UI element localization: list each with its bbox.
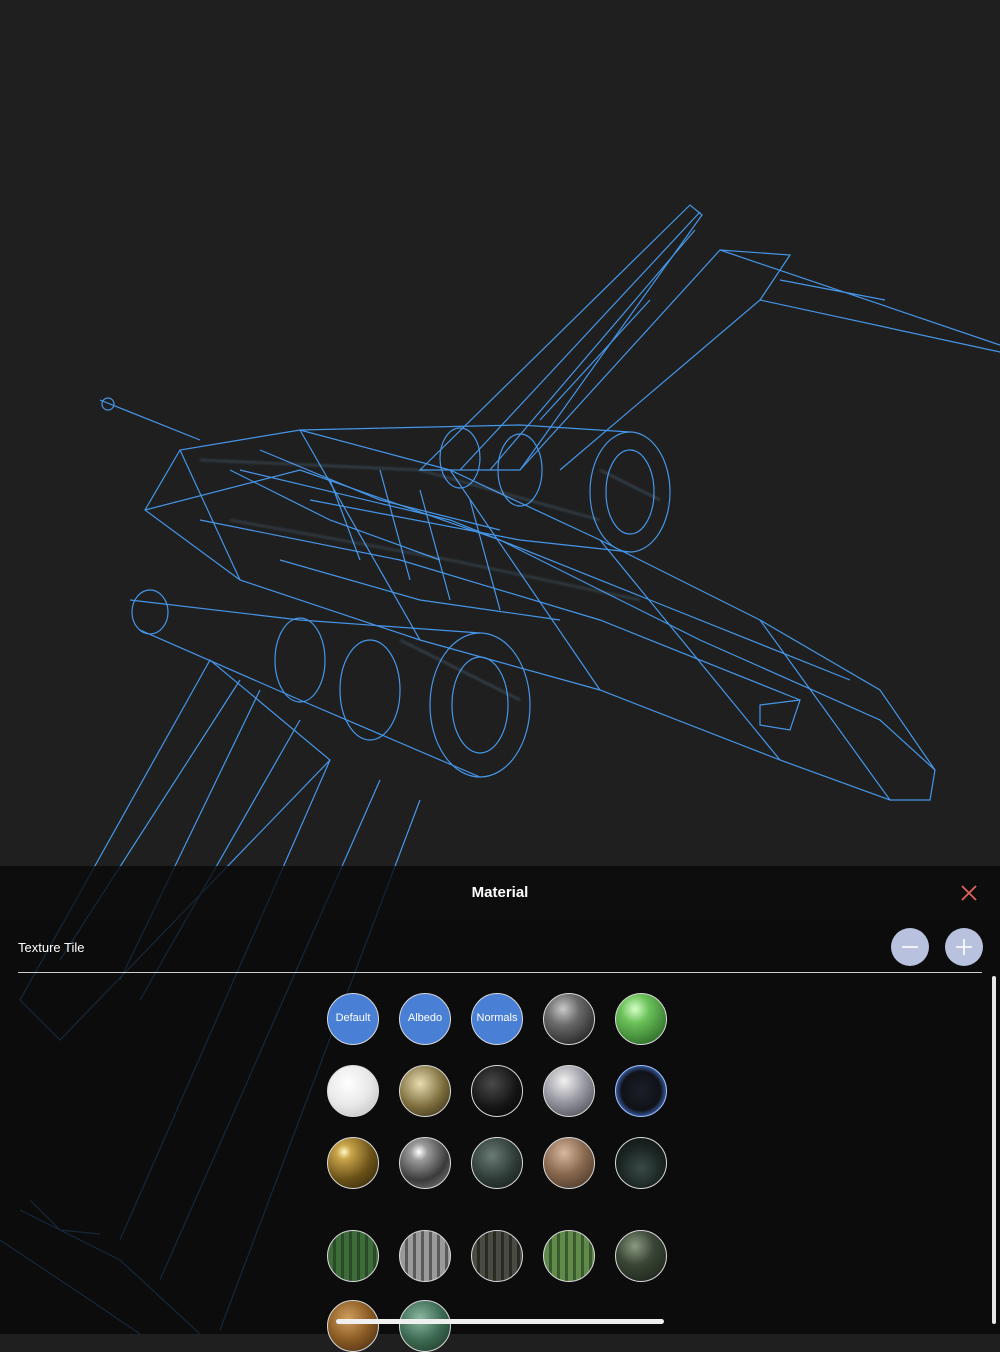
close-icon (961, 885, 977, 901)
material-swatch-albedo[interactable]: Albedo (399, 993, 451, 1045)
scrollbar[interactable] (992, 976, 996, 1324)
panel-title: Material (471, 884, 529, 901)
increase-tile-button[interactable] (945, 928, 983, 966)
material-swatch-dark-marble[interactable] (471, 1137, 523, 1189)
texture-tile-label: Texture Tile (18, 940, 85, 955)
material-swatch-normals[interactable]: Normals (471, 993, 523, 1045)
material-swatch-rust[interactable] (327, 1300, 379, 1352)
material-swatch-green-plastic[interactable] (615, 993, 667, 1045)
material-swatch-label: Normals (476, 1012, 518, 1024)
material-swatch-label: Albedo (407, 1012, 443, 1024)
material-swatch-grey-metal[interactable] (543, 993, 595, 1045)
material-swatch-label: Default (335, 1012, 371, 1024)
material-swatch-gold-speckle[interactable] (399, 1065, 451, 1117)
material-swatch-green-stripes[interactable] (327, 1230, 379, 1282)
material-swatch-green-stone[interactable] (399, 1300, 451, 1352)
material-panel: Texture Tile Default Albedo Normals (0, 920, 1000, 1352)
material-swatch-dark-green-glass[interactable] (615, 1137, 667, 1189)
material-swatch-black-speckle[interactable] (471, 1065, 523, 1117)
material-swatch-chrome[interactable] (399, 1137, 451, 1189)
material-swatch-olive-stripes[interactable] (543, 1230, 595, 1282)
minus-icon (902, 946, 918, 948)
decrease-tile-button[interactable] (891, 928, 929, 966)
plus-icon (956, 939, 972, 955)
divider (18, 972, 982, 973)
close-button[interactable] (958, 882, 980, 904)
material-swatch-default[interactable]: Default (327, 993, 379, 1045)
material-panel-header: Material (0, 866, 1000, 920)
material-swatch-grey-stripes[interactable] (399, 1230, 451, 1282)
texture-tile-row: Texture Tile (18, 920, 983, 974)
material-swatch-dark-glass[interactable] (615, 1065, 667, 1117)
material-swatch-brushed-silver[interactable] (543, 1065, 595, 1117)
material-swatch-dark-stripes[interactable] (471, 1230, 523, 1282)
material-swatch-wood[interactable] (543, 1137, 595, 1189)
material-swatch-gold[interactable] (327, 1137, 379, 1189)
material-swatch-dark-olive[interactable] (615, 1230, 667, 1282)
material-swatch-white-speckle[interactable] (327, 1065, 379, 1117)
home-indicator[interactable] (336, 1319, 664, 1324)
